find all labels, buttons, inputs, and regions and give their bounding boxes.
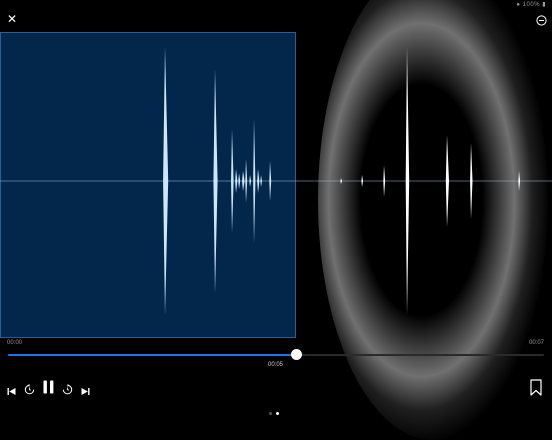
progress-track[interactable] [8, 349, 544, 360]
waveform [0, 47, 552, 315]
close-button[interactable]: ✕ [6, 12, 18, 26]
waveform-spike [249, 175, 252, 187]
waveform-spike [231, 129, 234, 233]
waveform-spike [445, 135, 449, 227]
waveform-spike [518, 171, 521, 191]
progress-fill [8, 354, 297, 356]
waveform-spike [253, 119, 256, 243]
waveform-spike [257, 169, 260, 193]
skip-forward-button[interactable] [81, 383, 90, 401]
rewind-icon [24, 384, 35, 395]
progress-thumb[interactable] [291, 349, 303, 360]
end-time: 00:07 [528, 340, 544, 346]
forward-icon [62, 384, 73, 395]
waveform-spike [242, 171, 245, 191]
pause-button[interactable] [43, 380, 54, 399]
pause-icon [43, 380, 54, 394]
page-indicator [269, 402, 283, 420]
more-circle-icon [536, 15, 547, 26]
waveform-spike [245, 159, 248, 203]
waveform-spike [361, 175, 363, 187]
current-time: 00:05 [268, 362, 284, 368]
start-time: 00:00 [7, 340, 23, 346]
close-icon: ✕ [6, 12, 18, 26]
rewind-button[interactable] [24, 382, 35, 400]
waveform-spike [213, 69, 218, 293]
waveform-spike [383, 165, 386, 197]
waveform-area[interactable] [0, 32, 552, 338]
waveform-spike [238, 173, 241, 189]
waveform-spike [260, 175, 262, 187]
waveform-spike [163, 47, 169, 315]
waveform-spike [235, 169, 238, 193]
skip-forward-icon [81, 388, 90, 395]
status-bar: ● 100% ▮ [516, 2, 546, 8]
waveform-spike [340, 178, 342, 184]
waveform-spike [405, 47, 410, 315]
skip-back-button[interactable] [7, 383, 16, 401]
bookmark-button[interactable] [530, 379, 542, 401]
skip-back-icon [7, 388, 16, 395]
waveform-spike [269, 161, 272, 201]
waveform-spike [470, 143, 473, 219]
more-button[interactable] [536, 13, 547, 26]
forward-button[interactable] [62, 382, 73, 400]
bookmark-icon [530, 379, 542, 396]
